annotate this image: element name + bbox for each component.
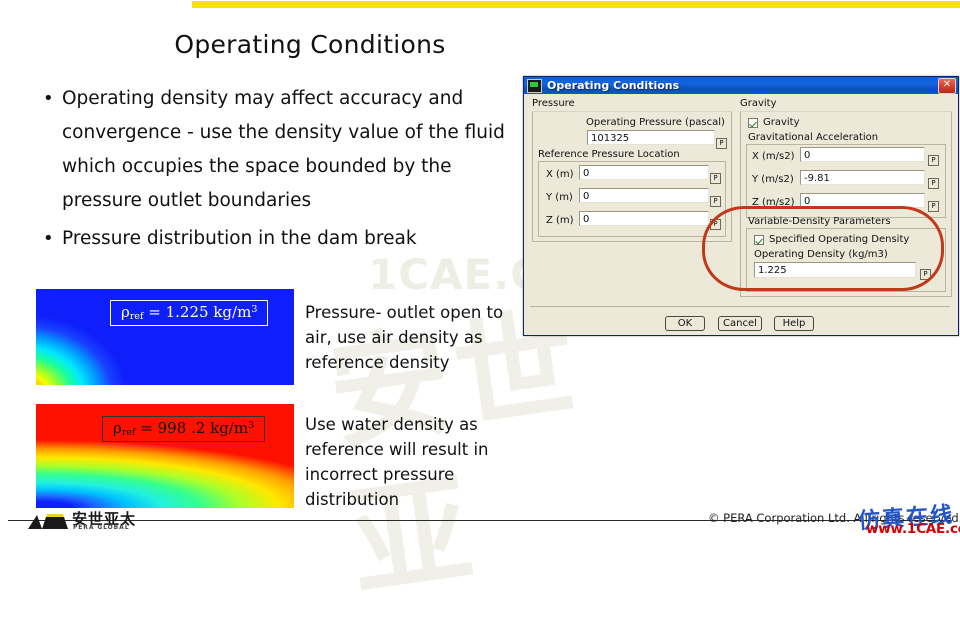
help-button[interactable]: Help <box>774 316 814 331</box>
dialog-body: Pressure Operating Pressure (pascal) 101… <box>524 94 958 335</box>
grav-y-param-button[interactable]: P <box>928 178 939 189</box>
operating-pressure-input[interactable]: 101325 <box>587 130 715 145</box>
ref-z-param-button[interactable]: P <box>710 219 721 230</box>
gravitational-acceleration-label: Gravitational Acceleration <box>748 132 879 143</box>
ok-button[interactable]: OK <box>665 316 705 331</box>
top-accent-bar <box>192 1 960 8</box>
rho-subscript: ref <box>121 427 136 438</box>
ref-y-label: Y (m) <box>546 192 573 203</box>
gravity-checkbox[interactable] <box>748 118 758 128</box>
contour-water-value: = 998 .2 kg/m <box>135 419 249 437</box>
operating-density-input[interactable]: 1.225 <box>754 262 916 278</box>
bullet-marker-icon: • <box>43 88 54 109</box>
rho-symbol: ρ <box>121 303 130 321</box>
dialog-separator <box>530 306 950 307</box>
ref-z-label: Z (m) <box>546 215 574 226</box>
bullet-text-1: Operating density may affect accuracy an… <box>62 88 505 211</box>
ref-x-label: X (m) <box>546 169 574 180</box>
watermark-footer-url: www.1CAE.com <box>866 521 960 537</box>
bullet-marker-icon: • <box>43 228 54 249</box>
operating-pressure-label: Operating Pressure (pascal) <box>586 117 725 128</box>
contour-air-value: = 1.225 kg/m <box>143 303 252 321</box>
ref-x-input[interactable]: 0 <box>579 165 709 180</box>
contour-water-label: ρref = 998 .2 kg/m3 <box>102 416 266 442</box>
close-icon[interactable]: ✕ <box>938 77 956 94</box>
caption-air: Pressure- outlet open to air, use air de… <box>305 303 504 372</box>
pressure-contour-air: ρref = 1.225 kg/m3 <box>36 289 294 385</box>
grav-z-input[interactable]: 0 <box>800 193 925 208</box>
bullet-list: • Operating density may affect accuracy … <box>36 82 506 260</box>
bullet-item-1: • Operating density may affect accuracy … <box>36 82 506 218</box>
page-title: Operating Conditions <box>174 30 446 59</box>
specified-operating-density-label: Specified Operating Density <box>769 234 910 245</box>
reference-pressure-location-label: Reference Pressure Location <box>538 149 680 160</box>
bullet-text-2: Pressure distribution in the dam break <box>62 228 417 249</box>
operating-density-label: Operating Density (kg/m3) <box>754 249 888 260</box>
gravity-checkbox-label: Gravity <box>763 117 800 128</box>
grav-y-input[interactable]: -9.81 <box>800 170 925 185</box>
pera-logo-icon <box>28 514 68 529</box>
cancel-button[interactable]: Cancel <box>718 316 762 331</box>
rho-subscript: ref <box>129 311 144 322</box>
grav-x-label: X (m/s2) <box>752 151 795 162</box>
brand-logo: 安世亚太 PERA GLOBAL <box>28 508 153 536</box>
contour-water-exponent: 3 <box>248 420 255 431</box>
caption-water: Use water density as reference will resu… <box>305 415 489 509</box>
ref-y-param-button[interactable]: P <box>710 196 721 207</box>
contour-air-exponent: 3 <box>251 304 258 315</box>
grav-z-label: Z (m/s2) <box>752 197 795 208</box>
rho-symbol: ρ <box>113 419 122 437</box>
ref-x-param-button[interactable]: P <box>710 173 721 184</box>
pressure-contour-water: ρref = 998 .2 kg/m3 <box>36 404 294 508</box>
grav-x-param-button[interactable]: P <box>928 155 939 166</box>
ref-z-input[interactable]: 0 <box>579 211 709 226</box>
ref-y-input[interactable]: 0 <box>579 188 709 203</box>
grav-y-label: Y (m/s2) <box>752 174 794 185</box>
grav-x-input[interactable]: 0 <box>800 147 925 162</box>
pressure-group-label: Pressure <box>532 98 575 109</box>
operating-pressure-param-button[interactable]: P <box>716 138 727 149</box>
operating-density-param-button[interactable]: P <box>920 269 931 280</box>
gravity-group-label: Gravity <box>740 98 777 109</box>
variable-density-label: Variable-Density Parameters <box>748 216 891 227</box>
dialog-titlebar[interactable]: Operating Conditions ✕ <box>524 77 958 94</box>
operating-conditions-dialog[interactable]: Operating Conditions ✕ Pressure Operatin… <box>523 76 959 336</box>
dialog-title: Operating Conditions <box>547 79 680 92</box>
monitor-icon <box>527 78 542 93</box>
grav-z-param-button[interactable]: P <box>928 201 939 212</box>
specified-operating-density-checkbox[interactable] <box>754 235 764 245</box>
logo-text-en: PERA GLOBAL <box>73 524 130 531</box>
contour-air-label: ρref = 1.225 kg/m3 <box>110 300 269 326</box>
